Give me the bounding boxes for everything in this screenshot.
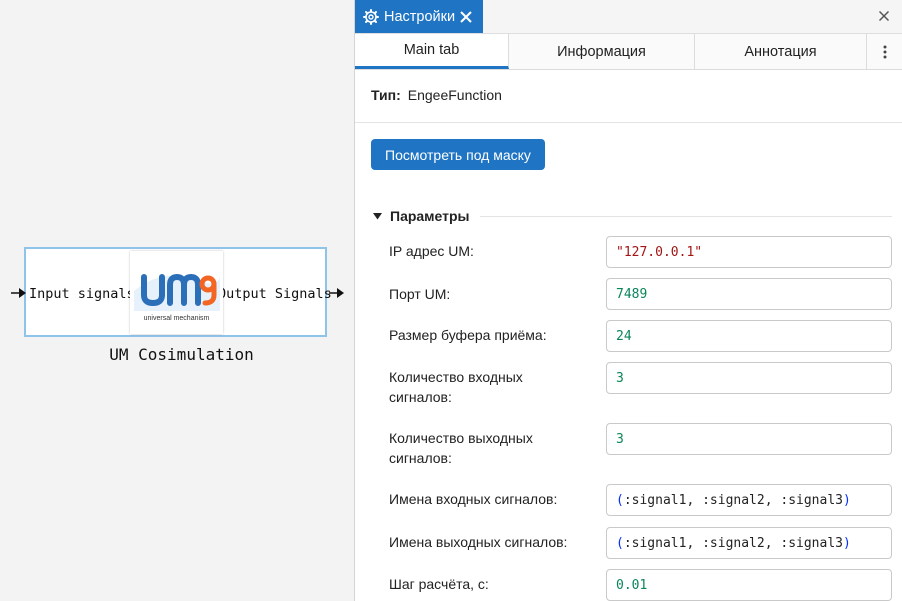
input-port-label: Input signals bbox=[29, 286, 135, 302]
um-logo-mark-icon bbox=[134, 273, 220, 311]
param-label-buffer: Размер буфера приёма: bbox=[389, 327, 547, 343]
section-divider bbox=[480, 216, 892, 217]
ip-address-input[interactable]: "127.0.0.1" bbox=[606, 236, 892, 268]
close-panel-icon[interactable] bbox=[878, 10, 890, 22]
step-value: 0.01 bbox=[616, 577, 648, 593]
step-input[interactable]: 0.01 bbox=[606, 569, 892, 601]
param-label-port: Порт UM: bbox=[389, 286, 451, 302]
output-port-label: Output Signals bbox=[218, 286, 332, 302]
param-label-step: Шаг расчёта, с: bbox=[389, 576, 489, 592]
param-label-input-names: Имена входных сигналов: bbox=[389, 491, 558, 507]
divider bbox=[355, 122, 902, 123]
output-count-input[interactable]: 3 bbox=[606, 423, 892, 455]
output-names-open-paren: ( bbox=[616, 535, 624, 551]
settings-panel: Настройки Main tab Информация Аннотация … bbox=[354, 0, 902, 601]
input-count-value: 3 bbox=[616, 370, 624, 386]
buffer-size-value: 24 bbox=[616, 328, 632, 344]
type-label: Тип: bbox=[371, 87, 401, 103]
input-names-input[interactable]: (:signal1, :signal2, :signal3) bbox=[606, 484, 892, 516]
close-tab-icon[interactable] bbox=[459, 10, 473, 24]
parameters-section-title: Параметры bbox=[390, 208, 470, 224]
param-label-output-names: Имена выходных сигналов: bbox=[389, 534, 568, 550]
tab-information[interactable]: Информация bbox=[509, 34, 695, 69]
input-count-input[interactable]: 3 bbox=[606, 362, 892, 394]
output-names-input[interactable]: (:signal1, :signal2, :signal3) bbox=[606, 527, 892, 559]
input-names-close-paren: ) bbox=[842, 492, 851, 508]
port-value: 7489 bbox=[616, 286, 648, 302]
more-options-button[interactable] bbox=[867, 34, 902, 69]
um-logo: universal mechanism bbox=[130, 251, 223, 334]
block-title[interactable]: UM Cosimulation bbox=[24, 345, 339, 364]
port-input[interactable]: 7489 bbox=[606, 278, 892, 310]
input-names-value: :signal1, :signal2, :signal3 bbox=[623, 492, 843, 508]
settings-tab[interactable]: Настройки bbox=[355, 0, 483, 33]
output-names-value: :signal1, :signal2, :signal3 bbox=[623, 535, 843, 551]
param-label-ip: IP адрес UM: bbox=[389, 243, 474, 259]
input-port-arrow-icon bbox=[11, 288, 26, 298]
tab-main[interactable]: Main tab bbox=[355, 34, 509, 69]
ip-address-value: "127.0.0.1" bbox=[616, 244, 703, 260]
caret-down-icon bbox=[373, 212, 382, 219]
logo-caption: universal mechanism bbox=[143, 315, 210, 322]
panel-header: Настройки bbox=[355, 0, 902, 34]
type-row: Тип: EngeeFunction bbox=[371, 87, 502, 103]
parameters-section-header[interactable]: Параметры bbox=[373, 208, 470, 224]
look-under-mask-button[interactable]: Посмотреть под маску bbox=[371, 139, 545, 170]
param-label-output-count: Количество выходных сигналов: bbox=[389, 430, 533, 466]
output-count-value: 3 bbox=[616, 431, 624, 447]
gear-icon bbox=[363, 8, 379, 25]
model-canvas[interactable]: Input signals Output Signals universal m… bbox=[0, 0, 354, 601]
settings-tab-title: Настройки bbox=[384, 8, 456, 25]
buffer-size-input[interactable]: 24 bbox=[606, 320, 892, 352]
output-names-close-paren: ) bbox=[842, 535, 851, 551]
tab-bar: Main tab Информация Аннотация bbox=[355, 34, 902, 70]
type-value: EngeeFunction bbox=[407, 87, 502, 103]
tab-annotation[interactable]: Аннотация bbox=[695, 34, 867, 69]
vertical-dots-icon bbox=[883, 45, 886, 58]
input-names-open-paren: ( bbox=[616, 492, 624, 508]
param-label-input-count: Количество входных сигналов: bbox=[389, 369, 523, 405]
